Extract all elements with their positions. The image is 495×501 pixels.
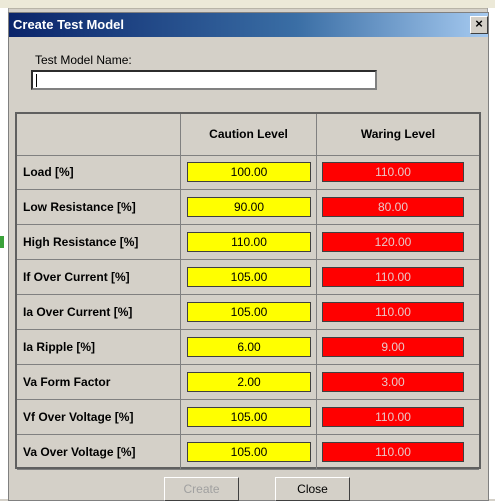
caution-value-field[interactable]: 100.00 — [187, 162, 311, 182]
warning-value-field[interactable]: 110.00 — [322, 302, 464, 322]
warning-column-cell: 9.00 — [317, 330, 479, 364]
caution-value-field[interactable]: 105.00 — [187, 407, 311, 427]
table-row: Vf Over Voltage [%] 105.00 110.00 — [17, 400, 479, 435]
grid-header-caution: Caution Level — [181, 114, 317, 155]
row-label: Vf Over Voltage [%] — [17, 400, 181, 434]
warning-value-field[interactable]: 110.00 — [322, 162, 464, 182]
warning-column-cell: 110.00 — [317, 260, 479, 294]
warning-value-field[interactable]: 110.00 — [322, 407, 464, 427]
warning-value-field[interactable]: 110.00 — [322, 267, 464, 287]
row-label: High Resistance [%] — [17, 225, 181, 259]
caution-column-cell: 105.00 — [181, 400, 317, 434]
row-label: Ia Over Current [%] — [17, 295, 181, 329]
grid-header-corner — [17, 114, 181, 155]
caution-value-field[interactable]: 105.00 — [187, 442, 311, 462]
warning-value-field[interactable]: 80.00 — [322, 197, 464, 217]
caution-column-cell: 2.00 — [181, 365, 317, 399]
row-label: Ia Ripple [%] — [17, 330, 181, 364]
warning-value-field[interactable]: 9.00 — [322, 337, 464, 357]
create-test-model-dialog: Create Test Model × Test Model Name: Cau… — [8, 12, 489, 501]
caution-value-field[interactable]: 105.00 — [187, 302, 311, 322]
dialog-titlebar[interactable]: Create Test Model × — [9, 13, 488, 37]
threshold-grid: Caution Level Waring Level Load [%] 100.0… — [15, 112, 481, 470]
warning-column-cell: 80.00 — [317, 190, 479, 224]
table-row: Load [%] 100.00 110.00 — [17, 155, 479, 190]
warning-value-field[interactable]: 110.00 — [322, 442, 464, 462]
table-row: If Over Current [%] 105.00 110.00 — [17, 260, 479, 295]
caution-column-cell: 105.00 — [181, 295, 317, 329]
caution-column-cell: 6.00 — [181, 330, 317, 364]
warning-column-cell: 110.00 — [317, 400, 479, 434]
test-model-name-input[interactable] — [31, 70, 377, 90]
caution-column-cell: 90.00 — [181, 190, 317, 224]
table-row: Ia Ripple [%] 6.00 9.00 — [17, 330, 479, 365]
create-button[interactable]: Create — [164, 477, 239, 501]
warning-column-cell: 110.00 — [317, 435, 479, 469]
close-icon[interactable]: × — [470, 16, 488, 34]
test-model-name-label: Test Model Name: — [35, 53, 132, 67]
warning-column-cell: 110.00 — [317, 295, 479, 329]
row-label: Low Resistance [%] — [17, 190, 181, 224]
table-row: Low Resistance [%] 90.00 80.00 — [17, 190, 479, 225]
caution-column-cell: 105.00 — [181, 435, 317, 469]
grid-header-row: Caution Level Waring Level — [17, 114, 479, 156]
warning-value-field[interactable]: 3.00 — [322, 372, 464, 392]
caution-column-cell: 105.00 — [181, 260, 317, 294]
table-row: High Resistance [%] 110.00 120.00 — [17, 225, 479, 260]
caution-value-field[interactable]: 105.00 — [187, 267, 311, 287]
caution-value-field[interactable]: 6.00 — [187, 337, 311, 357]
warning-column-cell: 3.00 — [317, 365, 479, 399]
caution-column-cell: 100.00 — [181, 155, 317, 189]
close-button[interactable]: Close — [275, 477, 350, 501]
warning-column-cell: 120.00 — [317, 225, 479, 259]
caution-value-field[interactable]: 90.00 — [187, 197, 311, 217]
row-label: Va Form Factor — [17, 365, 181, 399]
caution-column-cell: 110.00 — [181, 225, 317, 259]
caution-value-field[interactable]: 110.00 — [187, 232, 311, 252]
warning-value-field[interactable]: 120.00 — [322, 232, 464, 252]
row-label: Load [%] — [17, 155, 181, 189]
caution-value-field[interactable]: 2.00 — [187, 372, 311, 392]
background-marker — [0, 236, 4, 248]
text-caret — [36, 74, 37, 87]
table-row: Ia Over Current [%] 105.00 110.00 — [17, 295, 479, 330]
table-row: Va Form Factor 2.00 3.00 — [17, 365, 479, 400]
background-app-toolbar — [0, 0, 495, 9]
row-label: Va Over Voltage [%] — [17, 435, 181, 469]
dialog-title: Create Test Model — [13, 17, 125, 32]
table-row: Va Over Voltage [%] 105.00 110.00 — [17, 435, 479, 470]
warning-column-cell: 110.00 — [317, 155, 479, 189]
row-label: If Over Current [%] — [17, 260, 181, 294]
grid-header-warning: Waring Level — [360, 127, 436, 141]
